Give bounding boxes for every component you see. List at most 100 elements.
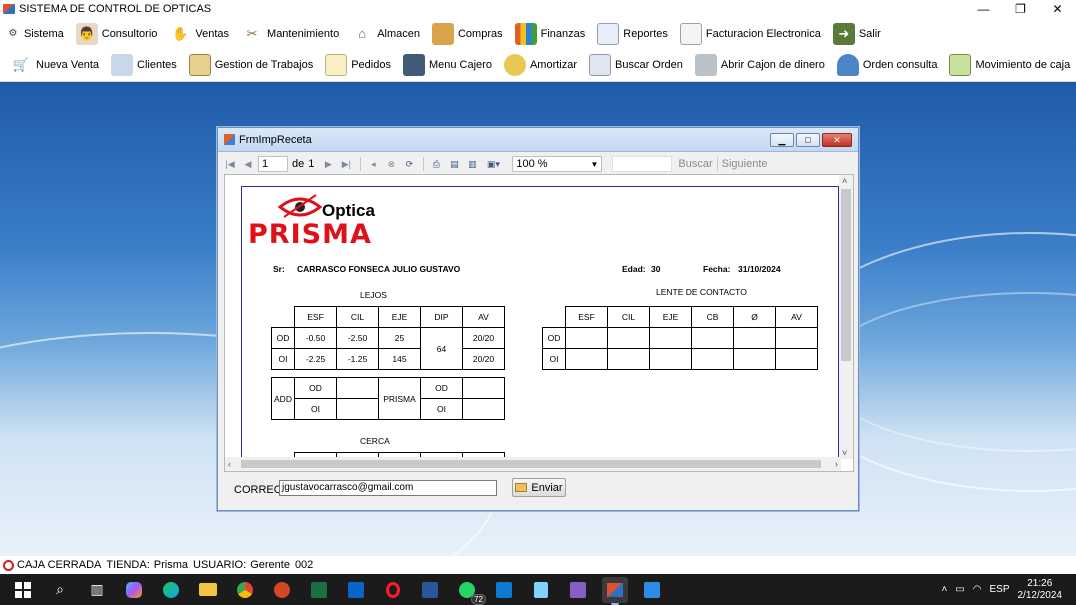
excel-icon[interactable]: [306, 577, 332, 603]
caja-status: CAJA CERRADA: [17, 559, 102, 571]
toolbar-nueva-venta[interactable]: 🛒 Nueva Venta: [10, 54, 99, 76]
toolbar-clientes[interactable]: Clientes: [111, 54, 177, 76]
whatsapp-icon[interactable]: 72: [454, 577, 486, 605]
vertical-scrollbar[interactable]: ˄ ˅: [839, 175, 853, 459]
zoom-select[interactable]: 100 % ▼: [512, 156, 603, 172]
email-input[interactable]: jgustavocarrasco@gmail.com: [279, 480, 497, 496]
refresh-icon[interactable]: ⟳: [401, 156, 417, 172]
toolbar-gestion-de-trabajos[interactable]: Gestion de Trabajos: [188, 54, 313, 76]
notepad-app-icon[interactable]: [528, 577, 554, 603]
task-view-icon[interactable]: ▥: [84, 577, 110, 603]
menu-consultorio[interactable]: 👨 Consultorio: [75, 22, 157, 45]
outlook-icon[interactable]: [343, 577, 369, 603]
age-value: 30: [651, 264, 661, 274]
col-header: CIL: [336, 306, 379, 328]
scroll-thumb[interactable]: [841, 189, 851, 361]
search-text-input[interactable]: [612, 156, 673, 172]
tools-icon: ✂: [246, 25, 258, 41]
last-page-icon[interactable]: ▶|: [338, 156, 354, 172]
export-icon[interactable]: ▣▾: [482, 156, 504, 172]
coins-add-icon: [503, 54, 526, 76]
find-next-link[interactable]: Siguiente: [722, 158, 768, 170]
menu-ventas[interactable]: ✋ Ventas: [169, 23, 229, 45]
first-page-icon[interactable]: |◀: [222, 156, 238, 172]
toolbar-orden-consulta[interactable]: Orden consulta: [836, 54, 937, 76]
menu-reportes[interactable]: Reportes: [597, 22, 668, 45]
patient-name: CARRASCO FONSECA JULIO GUSTAVO: [297, 264, 461, 274]
table-cell: -1.25: [336, 348, 379, 370]
toolbar-abrir-cajon[interactable]: Abrir Cajon de dinero: [694, 54, 825, 76]
clock[interactable]: 21:26 2/12/2024: [1018, 578, 1063, 602]
cashier-icon: [402, 54, 425, 76]
windows-start-icon[interactable]: [10, 577, 36, 603]
opera-icon[interactable]: [380, 577, 406, 603]
powerpoint-icon[interactable]: [269, 577, 295, 603]
clock-time: 21:26: [1027, 577, 1053, 589]
visual-studio-icon[interactable]: [565, 577, 591, 603]
close-button[interactable]: ✕: [1039, 0, 1076, 18]
child-close-button[interactable]: ✕: [822, 133, 852, 147]
child-minimize-button[interactable]: ▁: [770, 133, 794, 147]
toolbar-movimiento-de-caja[interactable]: Movimiento de caja: [949, 54, 1070, 76]
menu-salir[interactable]: ➜ Salir: [832, 22, 881, 45]
page-setup-icon[interactable]: ▥: [464, 156, 480, 172]
wifi-icon[interactable]: ◠: [973, 584, 982, 595]
chrome-icon[interactable]: [232, 577, 258, 603]
next-page-icon[interactable]: ▶: [320, 156, 336, 172]
find-link[interactable]: Buscar: [678, 158, 712, 170]
language-indicator[interactable]: ESP: [989, 584, 1009, 595]
send-button[interactable]: Enviar: [512, 478, 566, 497]
toolbar-pedidos[interactable]: Pedidos: [325, 54, 391, 76]
menu-almacen[interactable]: ⌂ Almacen: [351, 23, 420, 45]
cerca-title: CERCA: [360, 436, 390, 446]
paint-icon[interactable]: [639, 577, 665, 603]
scroll-left-icon[interactable]: ‹: [228, 459, 231, 469]
toolbar-buscar-orden[interactable]: Buscar Orden: [589, 54, 683, 76]
scroll-down-icon[interactable]: ˅: [842, 448, 847, 458]
scroll-right-icon[interactable]: ›: [835, 459, 838, 469]
battery-icon[interactable]: ▭: [955, 584, 964, 595]
horizontal-scrollbar[interactable]: ‹ ›: [225, 457, 841, 471]
chevron-up-icon[interactable]: ˄: [941, 584, 947, 595]
col-header: ESF: [565, 306, 608, 328]
menu-finanzas[interactable]: Finanzas: [514, 22, 585, 45]
dip-value: 64: [420, 327, 463, 370]
toolbar-amortizar[interactable]: Amortizar: [503, 54, 577, 76]
col-header: DIP: [420, 306, 463, 328]
prev-page-icon[interactable]: ◀: [240, 156, 256, 172]
print-icon[interactable]: ⎙: [428, 156, 444, 172]
vscode-icon[interactable]: [491, 577, 517, 603]
child-maximize-button[interactable]: □: [796, 133, 820, 147]
restore-button[interactable]: ❐: [1002, 0, 1039, 18]
print-layout-icon[interactable]: ▤: [446, 156, 462, 172]
exit-door-icon: ➜: [832, 22, 855, 45]
stop-icon[interactable]: ⊗: [383, 156, 399, 172]
menu-sistema[interactable]: ⚙ Sistema: [6, 27, 64, 41]
toolbar-separator: [716, 157, 718, 171]
table-cell: [462, 398, 505, 420]
eye-label: OI: [271, 348, 295, 370]
menu-facturacion-electronica[interactable]: Facturacion Electronica: [679, 22, 821, 45]
app-titlebar: SISTEMA DE CONTROL DE OPTICAS — ❐ ✕: [0, 0, 1076, 18]
page-number-input[interactable]: 1: [258, 156, 288, 172]
prisma-label: PRISMA: [378, 377, 421, 420]
eye-label: OI: [542, 348, 566, 370]
lejos-table: ESF CIL EJE DIP AV OD -0.50 -2.50 25 64 …: [271, 306, 505, 370]
app-logo-icon: [3, 4, 15, 14]
file-explorer-icon[interactable]: [195, 577, 221, 603]
menu-compras[interactable]: Compras: [431, 22, 503, 45]
minimize-button[interactable]: —: [965, 0, 1002, 18]
word-icon[interactable]: [417, 577, 443, 603]
logo-text-optica: Optica: [322, 201, 375, 220]
notification-badge: 72: [471, 593, 486, 605]
scroll-thumb[interactable]: [241, 460, 821, 468]
tienda-label: TIENDA:: [106, 559, 150, 571]
edge-icon[interactable]: [158, 577, 184, 603]
optics-app-taskbar-icon[interactable]: [602, 576, 628, 605]
back-icon[interactable]: ◂: [365, 156, 381, 172]
toolbar-menu-cajero[interactable]: Menu Cajero: [402, 54, 492, 76]
menu-mantenimiento[interactable]: ✂ Mantenimiento: [241, 23, 340, 45]
copilot-icon[interactable]: [121, 577, 147, 603]
scroll-up-icon[interactable]: ˄: [842, 176, 847, 186]
search-icon[interactable]: ⌕: [47, 577, 73, 603]
